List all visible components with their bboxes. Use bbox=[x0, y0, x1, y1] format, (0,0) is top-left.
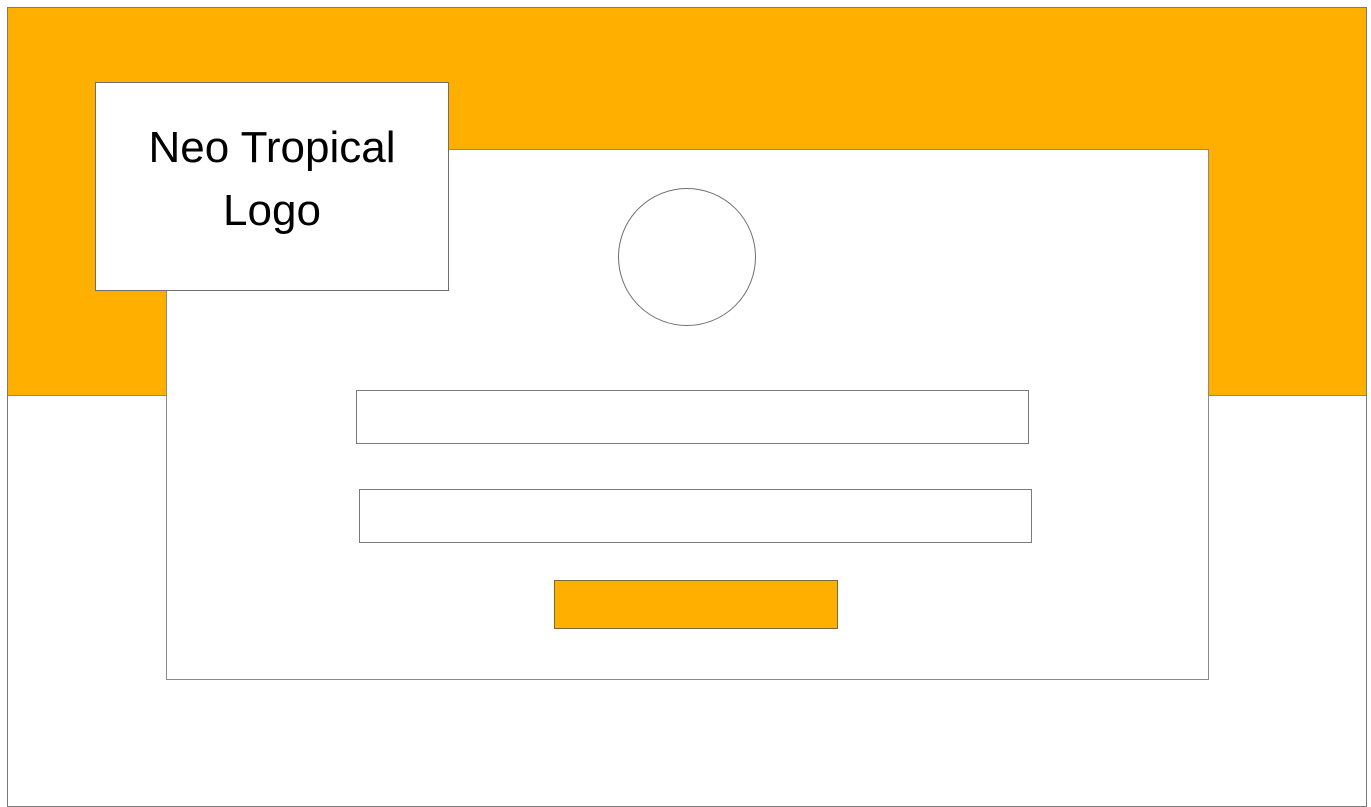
submit-button[interactable] bbox=[554, 580, 838, 629]
avatar-placeholder bbox=[618, 188, 756, 326]
first-input-field[interactable] bbox=[356, 390, 1029, 444]
second-input-field[interactable] bbox=[359, 489, 1032, 543]
logo-text: Neo Tropical Logo bbox=[148, 123, 396, 235]
logo-box: Neo Tropical Logo bbox=[95, 82, 449, 291]
